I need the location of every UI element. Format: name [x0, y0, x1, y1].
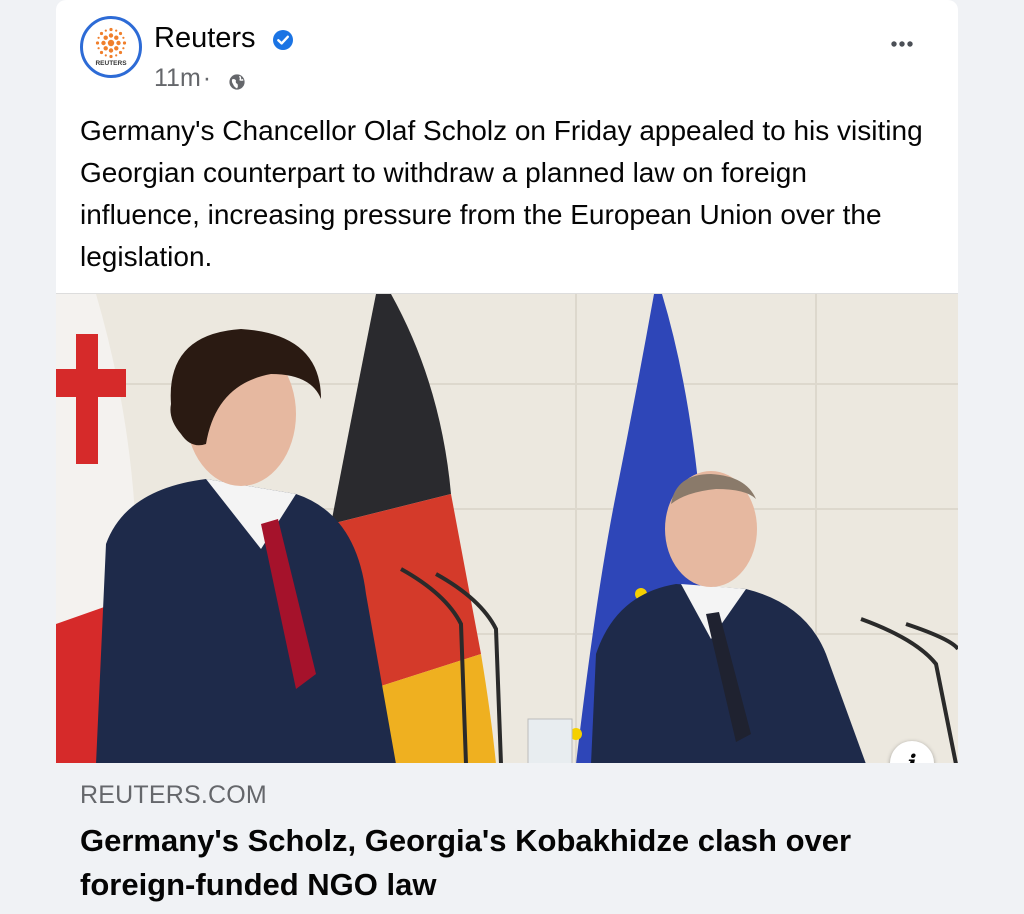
post-header: REUTERS Reuters 11m·	[56, 0, 958, 110]
page-avatar[interactable]: REUTERS	[80, 16, 142, 78]
post-timestamp[interactable]: 11m	[154, 64, 201, 92]
water-glass	[527, 718, 573, 764]
reuters-logo-icon: REUTERS	[95, 27, 127, 67]
globe-icon[interactable]	[228, 73, 246, 91]
avatar-wordmark: REUTERS	[95, 60, 127, 67]
post-card: REUTERS Reuters 11m· Germany's Chancello…	[56, 0, 958, 914]
post-caption: Germany's Chancellor Olaf Scholz on Frid…	[80, 115, 923, 272]
link-domain: REUTERS.COM	[80, 781, 267, 809]
link-headline[interactable]: Germany's Scholz, Georgia's Kobakhidze c…	[80, 819, 940, 907]
meta-separator: ·	[202, 64, 212, 92]
post-photo[interactable]	[56, 293, 958, 764]
link-preview[interactable]: REUTERS.COM Germany's Scholz, Georgia's …	[56, 763, 958, 914]
verified-badge-icon	[273, 30, 293, 50]
page-name[interactable]: Reuters	[154, 22, 256, 55]
post-meta: 11m·	[154, 64, 213, 93]
more-options-icon[interactable]	[882, 30, 922, 58]
